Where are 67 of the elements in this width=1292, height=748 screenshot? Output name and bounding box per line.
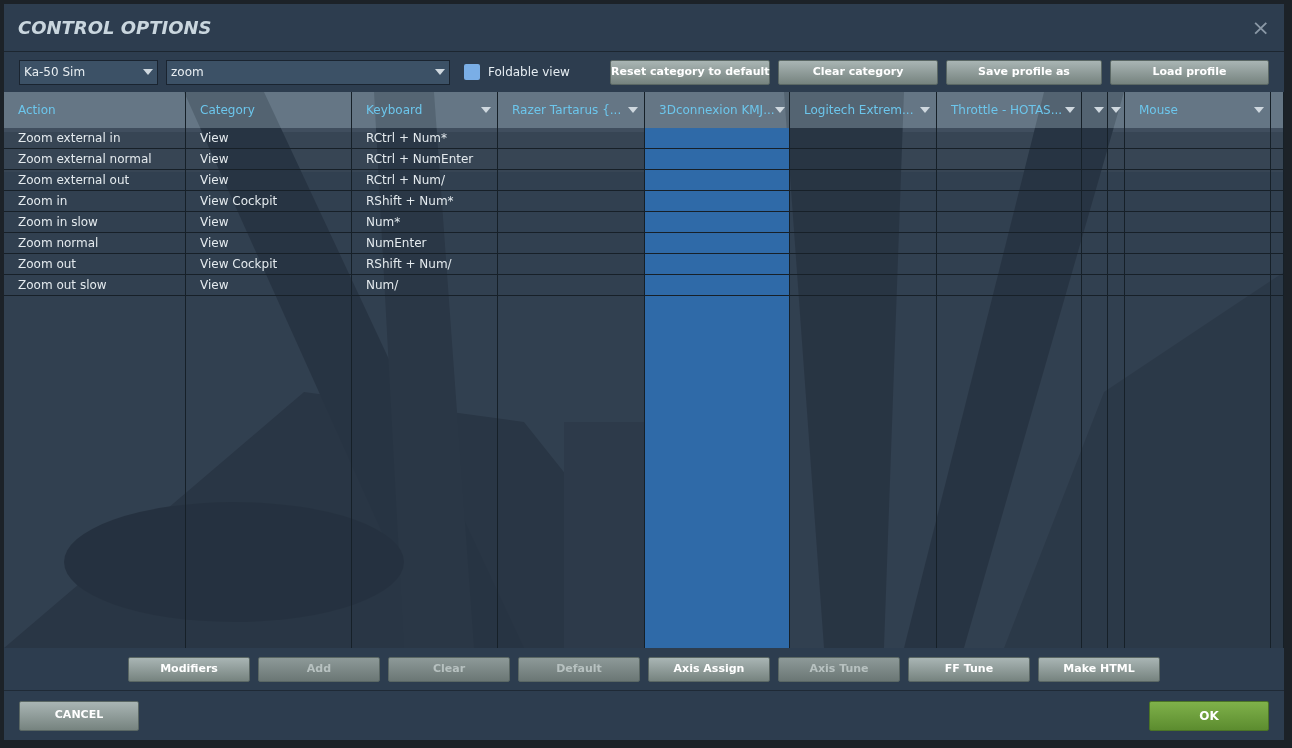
table-header-cell[interactable] — [1271, 92, 1283, 128]
dropdown-caret-icon — [481, 107, 491, 113]
dropdown-caret-icon — [143, 69, 153, 75]
table-cell: View Cockpit — [200, 194, 278, 208]
action-button[interactable]: Axis Assign — [648, 656, 770, 682]
table-cell: Zoom external out — [18, 173, 130, 187]
cancel-button[interactable]: CANCEL — [19, 700, 139, 731]
table-header-cell[interactable] — [1108, 92, 1124, 128]
toolbar-button[interactable]: Clear category — [778, 59, 938, 85]
table-cell: RShift + Num/ — [366, 257, 452, 271]
table-header-cell[interactable]: Action — [4, 92, 185, 128]
table-cell: RCtrl + NumEnter — [366, 152, 474, 166]
table-cell: RCtrl + Num* — [366, 131, 448, 145]
table-cell: RCtrl + Num/ — [366, 173, 446, 187]
table-header-cell[interactable]: Keyboard — [352, 92, 497, 128]
column-title: Logitech Extrem... — [804, 102, 914, 119]
column-title: Razer Tartarus {... — [512, 102, 622, 119]
toolbar-button[interactable]: Reset category to default — [610, 59, 770, 85]
table-cell: Zoom out slow — [18, 278, 107, 292]
ok-button[interactable]: OK — [1149, 700, 1269, 731]
dropdown-caret-icon — [435, 69, 445, 75]
table-cell: RShift + Num* — [366, 194, 454, 208]
table-cell: View — [200, 131, 229, 145]
table-cell: Num/ — [366, 278, 399, 292]
table-cell: View — [200, 152, 229, 166]
table-cell: Zoom external in — [18, 131, 121, 145]
window-title: CONTROL OPTIONS — [18, 16, 212, 40]
dropdown-caret-icon — [920, 107, 930, 113]
table-cell: Zoom in — [18, 194, 68, 208]
close-button[interactable]: × — [1251, 16, 1270, 39]
action-button[interactable]: FF Tune — [908, 656, 1030, 682]
table-header-cell[interactable] — [1082, 92, 1107, 128]
column-title: 3Dconnexion KMJ... — [659, 102, 775, 119]
column-title: Throttle - HOTAS... — [951, 102, 1063, 119]
table-cell: Zoom external normal — [18, 152, 152, 166]
table-cell: View — [200, 173, 229, 187]
table-cell: View Cockpit — [200, 257, 278, 271]
action-button[interactable]: Modifiers — [128, 656, 250, 682]
column-title: Action — [18, 102, 56, 119]
table-cell: NumEnter — [366, 236, 427, 250]
dropdown[interactable]: Ka-50 Sim — [19, 59, 158, 85]
table-cell: Num* — [366, 215, 401, 229]
table-cell: Zoom out — [18, 257, 77, 271]
table-cell: View — [200, 236, 229, 250]
action-button[interactable]: Make HTML — [1038, 656, 1160, 682]
dropdown-caret-icon — [774, 107, 785, 113]
column-title: Keyboard — [366, 102, 423, 119]
dropdown[interactable]: zoom — [166, 59, 450, 85]
column-title: Mouse — [1139, 102, 1178, 119]
dropdown-caret-icon — [628, 107, 638, 113]
table-header-cell[interactable]: Mouse — [1125, 92, 1270, 128]
table-cell: View — [200, 278, 229, 292]
toolbar-button[interactable]: Save profile as — [946, 59, 1102, 85]
table-header-cell[interactable]: Razer Tartarus {... — [498, 92, 644, 128]
table-header-cell[interactable]: Category — [186, 92, 351, 128]
table-cell: View — [200, 215, 229, 229]
column-title: Category — [200, 102, 255, 119]
dropdown-caret-icon — [1254, 107, 1264, 113]
table-cell: Zoom normal — [18, 236, 99, 250]
dropdown-caret-icon — [1065, 107, 1075, 113]
table-header-cell[interactable]: Logitech Extrem... — [790, 92, 936, 128]
table-header-cell[interactable]: 3Dconnexion KMJ... — [645, 92, 789, 128]
table-header-cell[interactable]: Throttle - HOTAS... — [937, 92, 1081, 128]
toolbar-button[interactable]: Load profile — [1110, 59, 1269, 85]
checkbox[interactable] — [464, 64, 480, 80]
checkbox-label: Foldable view — [488, 64, 570, 81]
table-cell: Zoom in slow — [18, 215, 98, 229]
